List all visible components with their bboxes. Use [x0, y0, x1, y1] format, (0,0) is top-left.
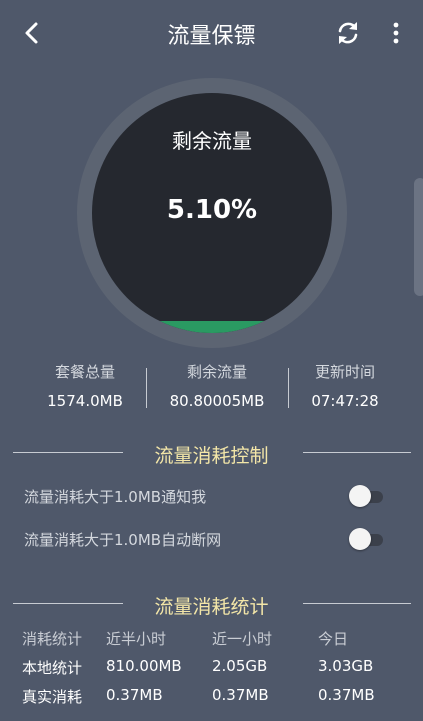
- top-bar: 流量保镖: [0, 0, 423, 66]
- toggle-label: 流量消耗大于1.0MB自动断网: [24, 531, 222, 549]
- table-cell: 0.37MB: [212, 686, 269, 704]
- row-label: 真实消耗: [22, 688, 83, 706]
- section-heading-control: 流量消耗控制: [0, 438, 423, 468]
- stat-label: 剩余流量: [186, 363, 247, 381]
- summary-stats: 套餐总量 1574.0MB 剩余流量 80.80005MB 更新时间 07:47…: [0, 360, 423, 416]
- switch-thumb: [349, 528, 371, 550]
- stat-update-time: 更新时间 07:47:28: [275, 360, 415, 410]
- stat-package-total: 套餐总量 1574.0MB: [15, 360, 155, 410]
- stat-value: 80.80005MB: [169, 392, 265, 410]
- stat-label: 更新时间: [314, 363, 375, 381]
- table-row: 真实消耗 0.37MB 0.37MB 0.37MB: [0, 682, 423, 710]
- column-header: 消耗统计: [22, 630, 83, 648]
- toggle-row-auto-disconnect: 流量消耗大于1.0MB自动断网: [24, 524, 394, 554]
- section-title: 流量消耗控制: [154, 445, 269, 467]
- gauge-fill-level: [92, 320, 332, 333]
- gauge-label: 剩余流量: [172, 129, 252, 153]
- table-cell: 0.37MB: [318, 686, 375, 704]
- row-label: 本地统计: [22, 659, 83, 677]
- toggle-row-notify: 流量消耗大于1.0MB通知我: [24, 481, 394, 511]
- column-header: 近半小时: [106, 630, 167, 648]
- table-cell: 2.05GB: [212, 657, 268, 675]
- side-drawer-handle[interactable]: [414, 178, 423, 296]
- table-cell: 810.00MB: [106, 657, 182, 675]
- stat-label: 套餐总量: [54, 363, 115, 381]
- divider: [303, 603, 411, 604]
- column-header: 今日: [318, 630, 349, 648]
- section-title: 流量消耗统计: [154, 596, 269, 618]
- gauge-percentage: 5.10%: [166, 195, 258, 225]
- table-row: 本地统计 810.00MB 2.05GB 3.03GB: [0, 653, 423, 681]
- divider: [303, 452, 411, 453]
- table-cell: 0.37MB: [106, 686, 163, 704]
- more-vertical-icon[interactable]: [386, 20, 406, 46]
- remaining-traffic-gauge: 剩余流量 5.10%: [77, 78, 347, 348]
- toggle-label: 流量消耗大于1.0MB通知我: [24, 488, 207, 506]
- switch-thumb: [349, 485, 371, 507]
- stat-remaining: 剩余流量 80.80005MB: [147, 360, 287, 410]
- section-heading-stats: 流量消耗统计: [0, 589, 423, 619]
- table-header-row: 消耗统计 近半小时 近一小时 今日: [0, 624, 423, 652]
- notify-toggle-switch[interactable]: [349, 485, 387, 507]
- table-cell: 3.03GB: [318, 657, 374, 675]
- stat-value: 07:47:28: [311, 392, 379, 410]
- auto-disconnect-toggle-switch[interactable]: [349, 528, 387, 550]
- refresh-icon[interactable]: [333, 18, 363, 48]
- column-header: 近一小时: [212, 630, 273, 648]
- gauge-dial: 剩余流量 5.10%: [92, 93, 332, 333]
- stat-value: 1574.0MB: [47, 392, 123, 410]
